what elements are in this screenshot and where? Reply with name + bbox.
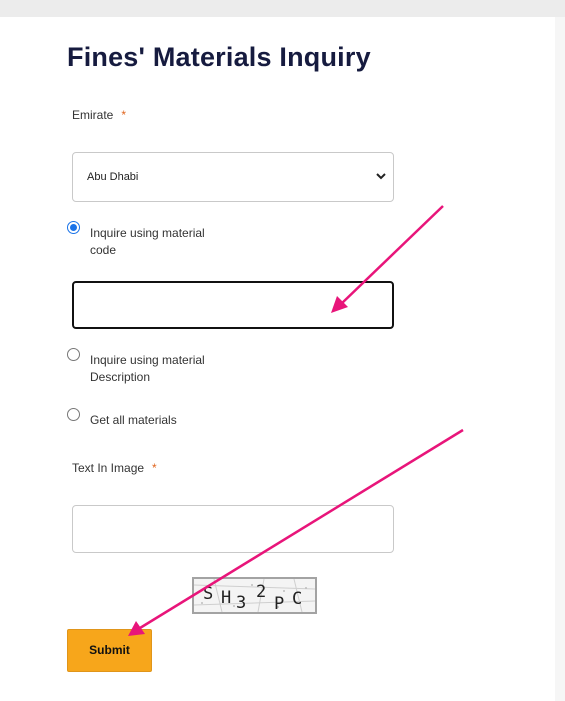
captcha-char-6: C [292, 589, 302, 609]
chevron-down-icon [376, 173, 386, 180]
captcha-char-5: P [274, 594, 284, 612]
top-bar [0, 0, 565, 17]
radio-material-description[interactable] [67, 348, 80, 361]
captcha-char-4: 2 [256, 582, 266, 602]
emirate-select[interactable]: Abu Dhabi [72, 152, 394, 202]
radio-all-materials[interactable] [67, 408, 80, 421]
page-title: Fines' Materials Inquiry [67, 42, 371, 72]
radio-material-code-label: Inquire using material code [90, 225, 220, 259]
emirate-label-text: Emirate [72, 108, 114, 122]
submit-button[interactable]: Submit [67, 629, 152, 672]
required-marker: * [152, 461, 157, 475]
right-scroll-strip [555, 17, 565, 701]
radio-material-description-line1: Inquire using material [90, 353, 205, 367]
radio-material-code-line1: Inquire using material [90, 226, 205, 240]
captcha-char-2: H [221, 588, 231, 608]
radio-material-description-label: Inquire using material Description [90, 352, 220, 386]
radio-all-materials-label: Get all materials [90, 412, 220, 429]
captcha-label-text: Text In Image [72, 461, 145, 475]
radio-material-code-line2: code [90, 243, 117, 257]
radio-material-description-line2: Description [90, 370, 151, 384]
emirate-select-value: Abu Dhabi [87, 171, 139, 183]
captcha-char-3: 3 [236, 593, 246, 612]
captcha-image: S H 3 2 P C [192, 577, 317, 614]
material-code-input[interactable] [72, 281, 394, 329]
radio-all-materials-line1: Get all materials [90, 413, 177, 427]
captcha-char-1: S [203, 584, 213, 604]
captcha-graphic: S H 3 2 P C [193, 578, 316, 614]
radio-material-code[interactable] [67, 221, 80, 234]
captcha-label: Text In Image * [72, 461, 157, 475]
required-marker: * [121, 108, 127, 122]
emirate-label: Emirate * [72, 108, 126, 122]
captcha-input[interactable] [72, 505, 394, 553]
